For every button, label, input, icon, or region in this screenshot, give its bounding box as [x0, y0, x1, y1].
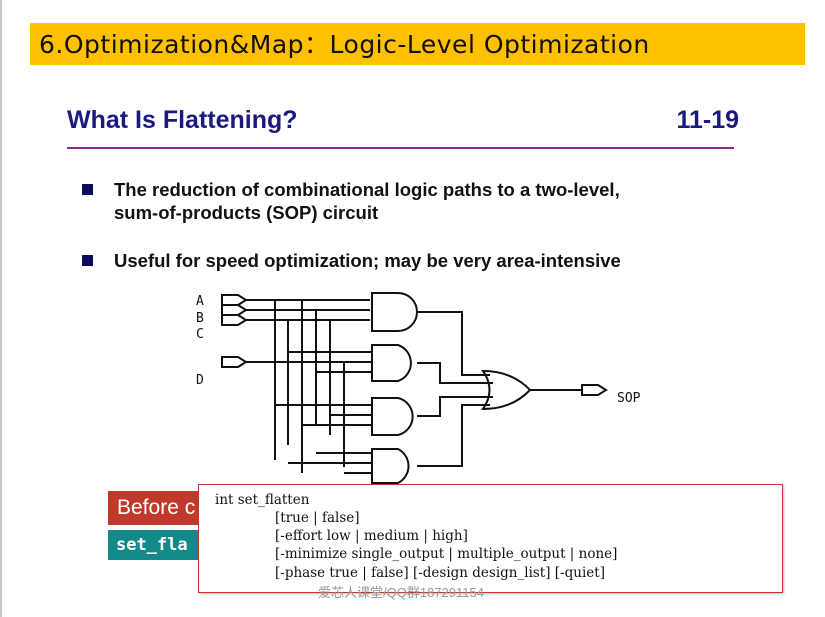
heading-divider	[67, 147, 734, 149]
input-connector-b	[221, 304, 248, 316]
page-number: 11-19	[676, 106, 739, 134]
syntax-line-3: [-effort low | medium | high]	[275, 528, 468, 544]
output-connector-sop	[581, 384, 608, 396]
bullet-square-icon	[82, 184, 93, 195]
syntax-line-1: int set_flatten	[215, 492, 310, 508]
set-flatten-syntax-tooltip: int set_flatten [true | false] [-effort …	[198, 484, 783, 593]
slide-left-border	[0, 0, 2, 617]
and-gate-2	[371, 344, 412, 382]
input-label-b: B	[196, 311, 204, 326]
bullet-item-2: Useful for speed optimization; may be ve…	[114, 249, 714, 272]
input-label-c: C	[196, 327, 204, 342]
and-gate-3	[371, 397, 414, 436]
slide-title: 6.Optimization&Map：Logic-Level Optimizat…	[39, 30, 650, 59]
bullet-1-line-2: sum-of-products (SOP) circuit	[114, 202, 379, 223]
slide-heading: What Is Flattening?	[67, 106, 298, 134]
output-label-sop: SOP	[617, 391, 641, 406]
syntax-line-2: [true | false]	[275, 510, 360, 526]
syntax-line-5: [-phase true | false] [-design design_li…	[275, 565, 605, 581]
bullet-item-1: The reduction of combinational logic pat…	[114, 178, 714, 224]
and-gate-4	[371, 448, 410, 484]
sop-logic-diagram: A B C D SOP	[196, 292, 641, 484]
bullet-1-line-1: The reduction of combinational logic pat…	[114, 179, 620, 200]
bullet-square-icon	[82, 255, 93, 266]
and-gate-1	[371, 292, 418, 332]
input-connector-c	[221, 314, 248, 326]
input-label-d: D	[196, 373, 204, 388]
input-label-a: A	[196, 294, 204, 309]
input-connector-d	[221, 356, 248, 368]
input-connector-a	[221, 294, 248, 306]
or-gate	[481, 369, 532, 411]
syntax-line-4: [-minimize single_output | multiple_outp…	[275, 546, 618, 562]
slide-title-bar: 6.Optimization&Map：Logic-Level Optimizat…	[30, 23, 805, 65]
watermark-text: 爱芯人课堂/QQ群187291154	[318, 585, 484, 600]
bullet-2-line-1: Useful for speed optimization; may be ve…	[114, 250, 621, 271]
